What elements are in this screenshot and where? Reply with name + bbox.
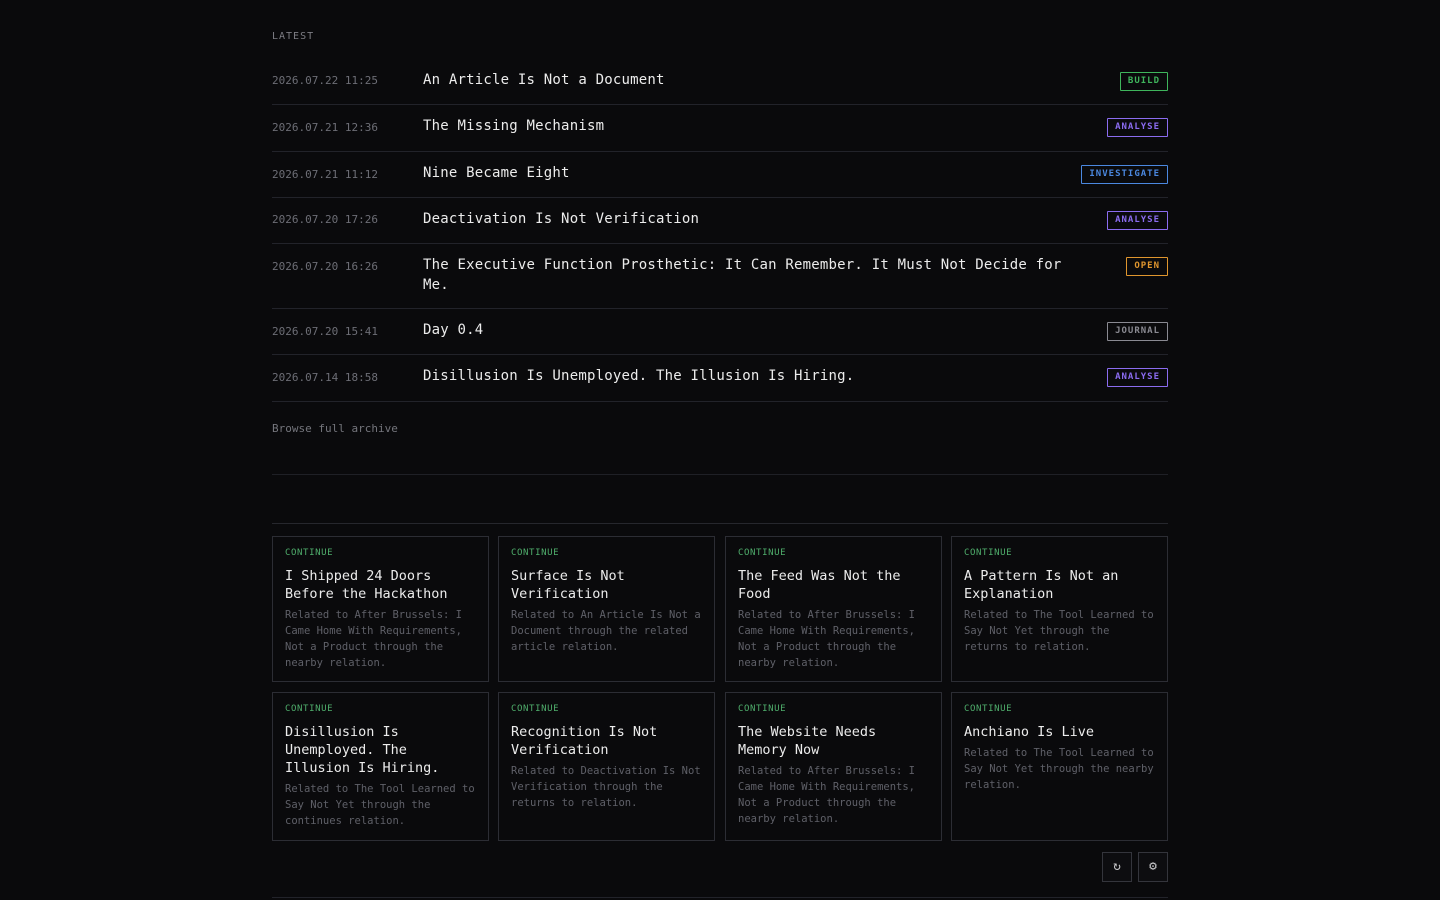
card-title: Anchiano Is Live <box>964 724 1095 740</box>
row-date: 2026.07.21 12:36 <box>272 121 378 134</box>
row-title[interactable]: The Missing Mechanism <box>423 116 1063 136</box>
card-description: Related to The Tool Learned to Say Not Y… <box>964 747 1154 791</box>
latest-row[interactable]: 2026.07.14 18:58 Disillusion Is Unemploy… <box>272 355 1168 402</box>
divider <box>272 474 1168 475</box>
card-kicker: CONTINUE <box>964 548 1013 558</box>
card-kicker: CONTINUE <box>511 704 560 714</box>
card-title: I Shipped 24 Doors Before the Hackathon <box>285 568 448 602</box>
continue-card[interactable]: CONTINUE Surface Is Not Verification Rel… <box>498 536 715 682</box>
card-kicker: CONTINUE <box>964 704 1013 714</box>
browse-archive-link[interactable]: Browse full archive <box>272 422 398 435</box>
row-tag[interactable]: JOURNAL <box>1107 322 1168 341</box>
continue-card[interactable]: CONTINUE The Feed Was Not the Food Relat… <box>725 536 942 682</box>
gear-icon: ⚙ <box>1149 859 1157 874</box>
row-date: 2026.07.22 11:25 <box>272 74 378 87</box>
continue-card[interactable]: CONTINUE Anchiano Is Live Related to The… <box>951 692 1168 841</box>
row-title[interactable]: Disillusion Is Unemployed. The Illusion … <box>423 366 1063 386</box>
card-kicker: CONTINUE <box>285 704 334 714</box>
refresh-button[interactable]: ↻ <box>1102 852 1132 882</box>
card-title: Recognition Is Not Verification <box>511 724 658 758</box>
card-kicker: CONTINUE <box>511 548 560 558</box>
card-description: Related to An Article Is Not a Document … <box>511 609 701 653</box>
card-description: Related to After Brussels: I Came Home W… <box>738 765 916 825</box>
latest-list: 2026.07.22 11:25 An Article Is Not a Doc… <box>272 59 1168 402</box>
card-kicker: CONTINUE <box>738 704 787 714</box>
card-title: Surface Is Not Verification <box>511 568 625 602</box>
row-tag[interactable]: OPEN <box>1126 257 1168 276</box>
card-description: Related to After Brussels: I Came Home W… <box>285 609 463 669</box>
latest-section-label: LATEST <box>272 31 315 42</box>
card-description: Related to The Tool Learned to Say Not Y… <box>285 783 475 827</box>
row-tag[interactable]: BUILD <box>1119 72 1168 91</box>
continue-card[interactable]: CONTINUE I Shipped 24 Doors Before the H… <box>272 536 489 682</box>
card-kicker: CONTINUE <box>285 548 334 558</box>
latest-row[interactable]: 2026.07.21 12:36 The Missing Mechanism A… <box>272 105 1168 152</box>
row-tag[interactable]: ANALYSE <box>1107 211 1168 230</box>
latest-row[interactable]: 2026.07.20 16:26 The Executive Function … <box>272 244 1168 309</box>
row-date: 2026.07.20 16:26 <box>272 260 378 273</box>
refresh-icon: ↻ <box>1113 859 1121 874</box>
row-tag[interactable]: ANALYSE <box>1107 368 1168 387</box>
row-title[interactable]: Day 0.4 <box>423 320 1063 340</box>
row-date: 2026.07.20 17:26 <box>272 213 378 226</box>
card-description: Related to After Brussels: I Came Home W… <box>738 609 916 669</box>
settings-button[interactable]: ⚙ <box>1138 852 1168 882</box>
continue-card[interactable]: CONTINUE A Pattern Is Not an Explanation… <box>951 536 1168 682</box>
divider <box>272 897 1168 898</box>
row-title[interactable]: Deactivation Is Not Verification <box>423 209 1063 229</box>
latest-row[interactable]: 2026.07.22 11:25 An Article Is Not a Doc… <box>272 59 1168 105</box>
latest-row[interactable]: 2026.07.20 15:41 Day 0.4 JOURNAL <box>272 309 1168 355</box>
row-date: 2026.07.14 18:58 <box>272 371 378 384</box>
latest-row[interactable]: 2026.07.21 11:12 Nine Became Eight INVES… <box>272 152 1168 198</box>
card-description: Related to Deactivation Is Not Verificat… <box>511 765 701 809</box>
card-description: Related to The Tool Learned to Say Not Y… <box>964 609 1154 653</box>
row-title[interactable]: The Executive Function Prosthetic: It Ca… <box>423 255 1063 295</box>
row-tag[interactable]: INVESTIGATE <box>1081 165 1168 184</box>
row-title[interactable]: An Article Is Not a Document <box>423 70 1063 90</box>
card-title: A Pattern Is Not an Explanation <box>964 568 1119 602</box>
row-date: 2026.07.21 11:12 <box>272 168 378 181</box>
divider <box>272 523 1168 524</box>
row-date: 2026.07.20 15:41 <box>272 325 378 338</box>
row-title[interactable]: Nine Became Eight <box>423 163 1063 183</box>
card-title: Disillusion Is Unemployed. The Illusion … <box>285 724 440 776</box>
continue-card[interactable]: CONTINUE Recognition Is Not Verification… <box>498 692 715 841</box>
latest-row[interactable]: 2026.07.20 17:26 Deactivation Is Not Ver… <box>272 198 1168 244</box>
continue-card[interactable]: CONTINUE The Website Needs Memory Now Re… <box>725 692 942 841</box>
card-kicker: CONTINUE <box>738 548 787 558</box>
card-title: The Website Needs Memory Now <box>738 724 877 758</box>
continue-card[interactable]: CONTINUE Disillusion Is Unemployed. The … <box>272 692 489 841</box>
card-title: The Feed Was Not the Food <box>738 568 901 602</box>
row-tag[interactable]: ANALYSE <box>1107 118 1168 137</box>
